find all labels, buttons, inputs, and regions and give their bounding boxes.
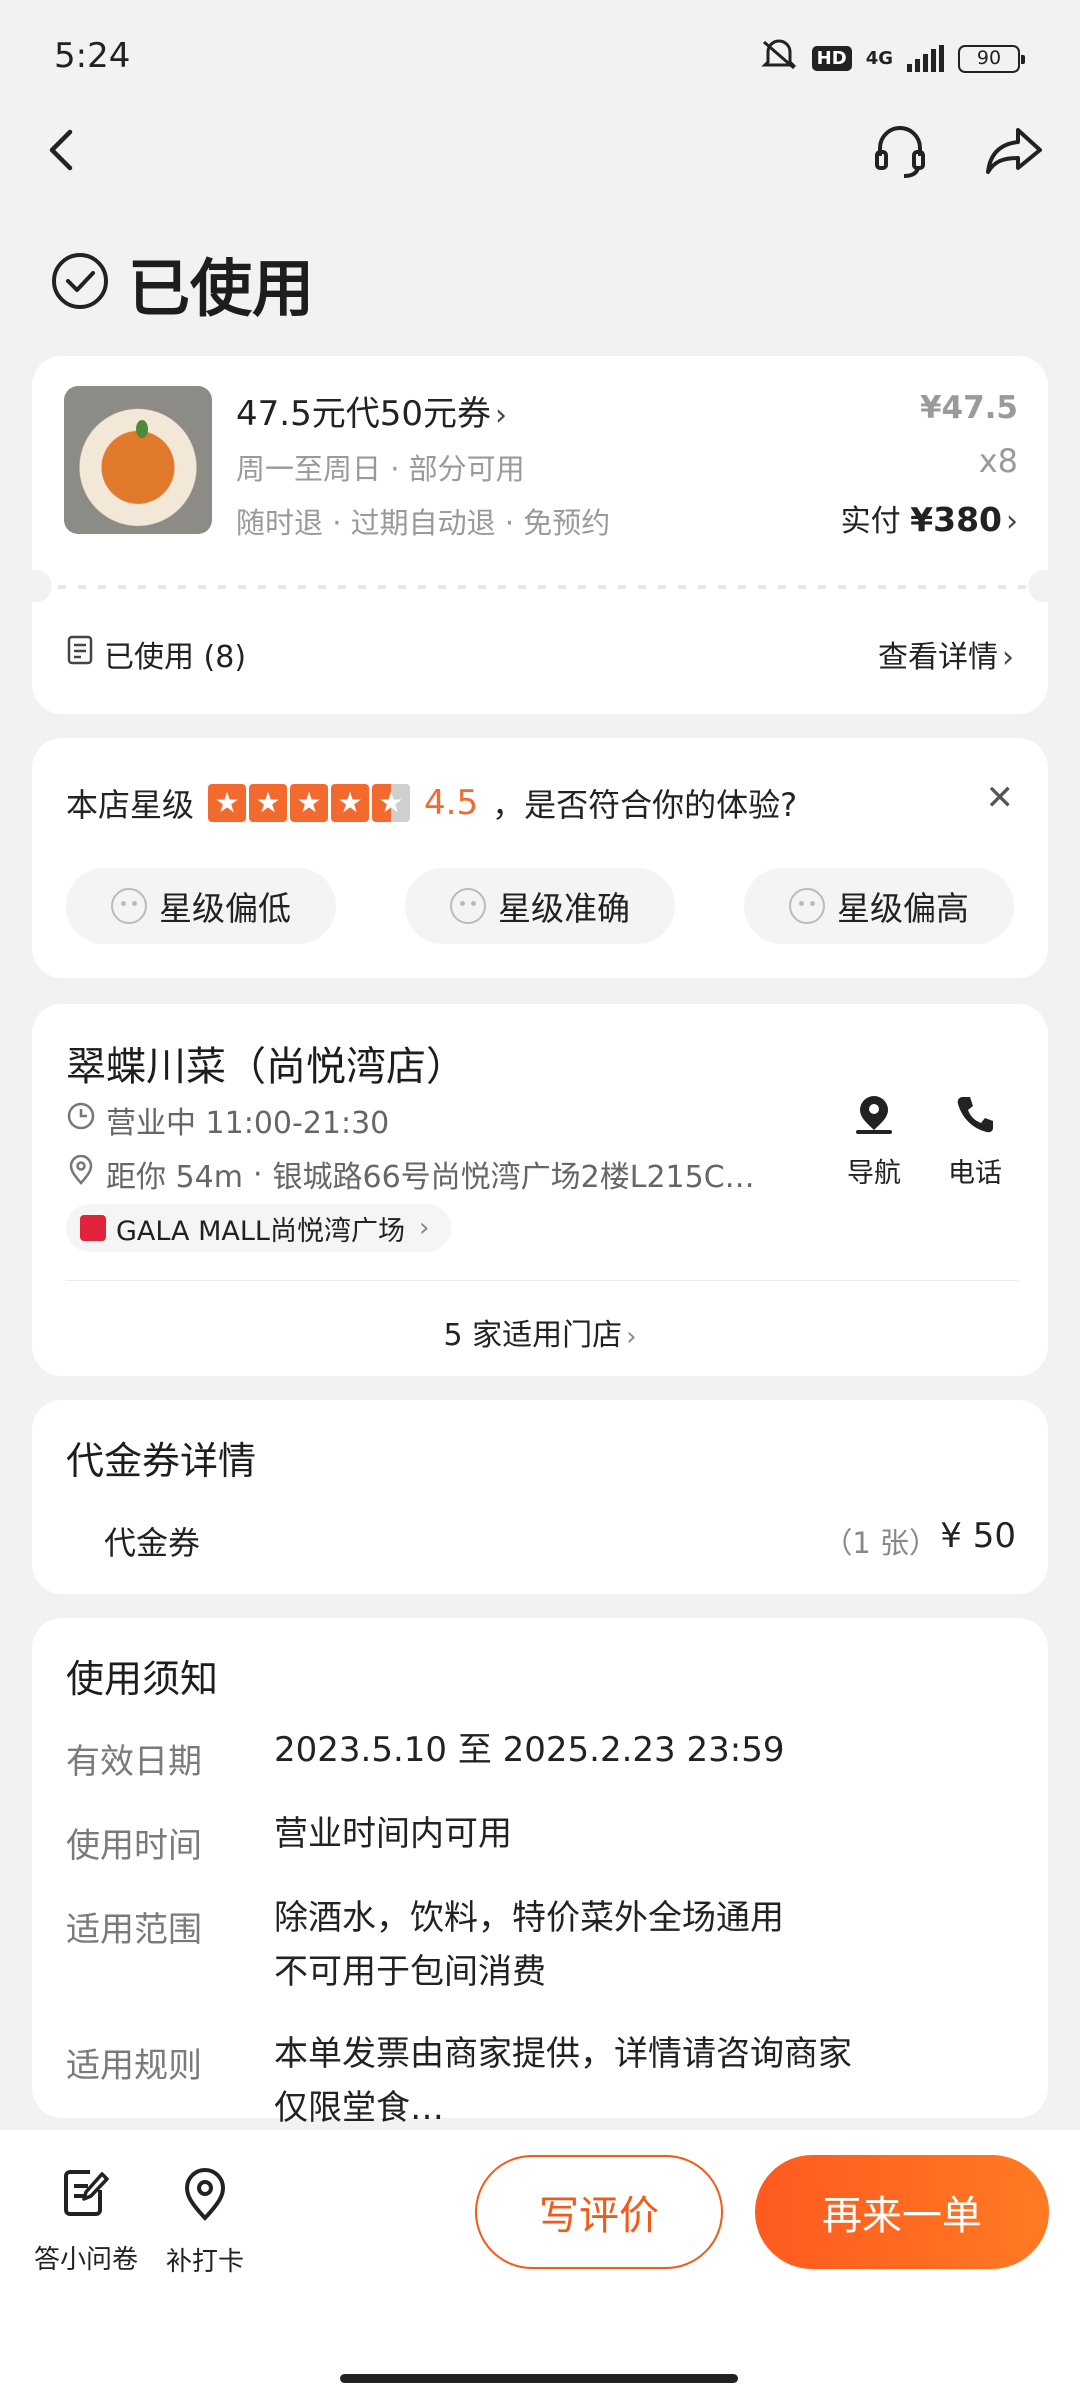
note-label: 有效日期 (66, 1742, 202, 1782)
rating-option-accurate[interactable]: 星级准确 (405, 868, 675, 944)
note-label: 适用范围 (66, 1910, 202, 1950)
note-value: 本单发票由商家提供，详情请咨询商家 (274, 2034, 852, 2074)
order-card: 47.5元代50元券 › 周一至周日 · 部分可用 随时退 · 过期自动退 · 免… (32, 356, 1048, 714)
product-availability: 周一至周日 · 部分可用 (236, 452, 525, 486)
notes-section-title: 使用须知 (66, 1657, 219, 1701)
clock-icon (66, 1101, 96, 1139)
rating-score: 4.5 (424, 783, 479, 823)
network-label: 4G (865, 47, 893, 69)
survey-icon (28, 2166, 144, 2227)
location-pin-icon (66, 1154, 96, 1193)
mute-icon (760, 38, 798, 79)
store-name[interactable]: 翠蝶川菜（尚悦湾店） (66, 1034, 466, 1092)
checkin-button[interactable]: 补打卡 (160, 2166, 250, 2278)
location-check-icon (160, 2166, 250, 2229)
status-title: 已使用 (128, 252, 315, 325)
reorder-button[interactable]: 再来一单 (755, 2155, 1049, 2269)
store-card: 翠蝶川菜（尚悦湾店） 营业中 11:00-21:30 距你 54m · 银城路66号… (32, 1004, 1048, 1376)
rating-card: 本店星级 ★ ★ ★ ★ ★ 4.5 ，是否符合你的体验? ✕ 星级偏低 星级准确 星级… (32, 738, 1048, 978)
perforation-divider (32, 580, 1048, 594)
home-indicator[interactable] (340, 2374, 738, 2383)
rating-question: 本店星级 ★ ★ ★ ★ ★ 4.5 ，是否符合你的体验? (66, 783, 798, 824)
rating-option-low[interactable]: 星级偏低 (66, 868, 336, 944)
chevron-right-icon: › (1002, 640, 1014, 675)
call-button[interactable]: 电话 (935, 1092, 1015, 1190)
star-icon: ★ (208, 784, 247, 822)
note-label: 适用规则 (66, 2046, 202, 2086)
status-time: 5:24 (54, 36, 131, 76)
battery-icon: 90 (958, 44, 1025, 73)
navigate-button[interactable]: 导航 (834, 1092, 914, 1190)
voucher-count: （1 张） (823, 1526, 938, 1560)
chevron-right-icon: › (418, 1213, 430, 1243)
voucher-name: 代金券 (104, 1524, 201, 1562)
paid-amount[interactable]: 实付 ¥380 › (841, 496, 1018, 540)
back-icon[interactable] (38, 118, 82, 186)
chevron-right-icon: › (1006, 504, 1018, 539)
star-icon: ★ (331, 784, 370, 822)
frown-face-icon (789, 888, 825, 924)
product-title[interactable]: 47.5元代50元券 › (236, 386, 507, 435)
product-policies: 随时退 · 过期自动退 · 免预约 (236, 506, 611, 540)
store-hours: 营业中 11:00-21:30 (66, 1098, 389, 1142)
star-half-icon: ★ (372, 784, 411, 822)
share-icon[interactable] (982, 118, 1046, 186)
star-icon: ★ (249, 784, 288, 822)
note-value: 不可用于包间消费 (274, 1952, 546, 1992)
receipt-icon (66, 634, 94, 674)
order-status: 已使用 (50, 238, 314, 328)
mall-logo-icon (80, 1215, 106, 1241)
store-location[interactable]: 距你 54m · 银城路66号尚悦湾广场2楼L215C… (66, 1152, 755, 1196)
customer-service-icon[interactable] (870, 118, 930, 186)
star-icon: ★ (290, 784, 329, 822)
used-count[interactable]: 已使用 (8) (66, 632, 246, 676)
voucher-price: ¥ 50 (940, 1516, 1016, 1556)
phone-icon (935, 1092, 1015, 1143)
check-circle-icon (50, 251, 110, 315)
smile-face-icon (450, 888, 486, 924)
rating-option-high[interactable]: 星级偏高 (744, 868, 1014, 944)
star-rating: ★ ★ ★ ★ ★ (208, 784, 411, 822)
view-details-link[interactable]: 查看详情 › (878, 632, 1014, 676)
voucher-section-title: 代金券详情 (66, 1439, 257, 1483)
chevron-right-icon: › (626, 1322, 637, 1352)
write-review-button[interactable]: 写评价 (475, 2155, 723, 2269)
status-icons: HD 4G 90 (760, 38, 1025, 79)
note-value: 仅限堂食… (274, 2088, 444, 2128)
note-value: 营业时间内可用 (274, 1814, 512, 1854)
bottom-action-bar: 答小问卷 补打卡 写评价 再来一单 (0, 2130, 1080, 2400)
navigation-icon (834, 1092, 914, 1143)
frown-face-icon (111, 888, 147, 924)
note-label: 使用时间 (66, 1826, 202, 1866)
hd-badge: HD (811, 46, 852, 71)
voucher-card: 代金券详情 代金券 （1 张） ¥ 50 (32, 1400, 1048, 1594)
top-nav (0, 110, 1080, 190)
signal-icon (907, 44, 944, 72)
mall-tag[interactable]: GALA MALL尚悦湾广场 › (66, 1204, 452, 1252)
note-value: 除酒水，饮料，特价菜外全场通用 (274, 1898, 784, 1938)
note-value: 2023.5.10 至 2025.2.23 23:59 (274, 1730, 785, 1770)
survey-button[interactable]: 答小问卷 (28, 2166, 144, 2276)
applicable-stores-link[interactable]: 5 家适用门店 › (32, 1310, 1048, 1354)
product-image[interactable] (64, 386, 212, 534)
quantity: x8 (978, 442, 1018, 480)
close-icon[interactable]: ✕ (986, 778, 1015, 818)
unit-price: ¥47.5 (919, 390, 1018, 426)
status-bar: 5:24 HD 4G 90 (0, 0, 1080, 110)
usage-notes-card: 使用须知 有效日期 2023.5.10 至 2025.2.23 23:59 使用… (32, 1618, 1048, 2128)
chevron-right-icon: › (494, 398, 507, 433)
